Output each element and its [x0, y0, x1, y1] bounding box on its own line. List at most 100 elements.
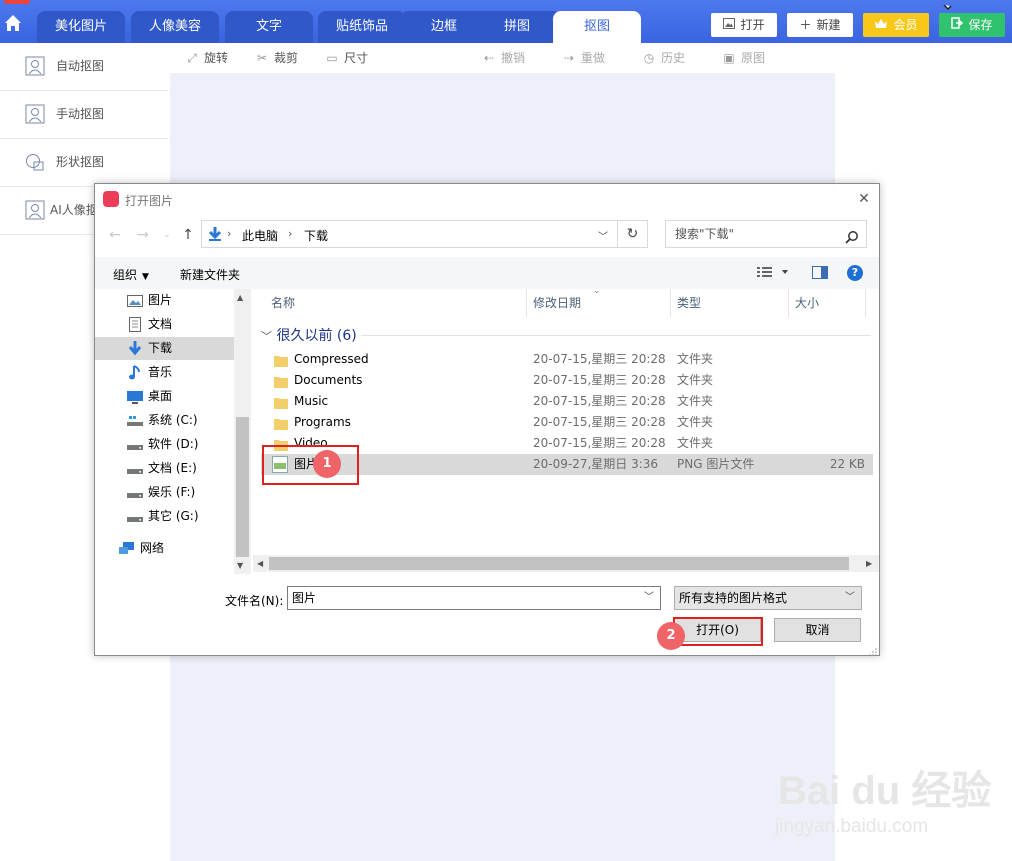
sidebar-item-label: AI人像抠 — [50, 203, 98, 217]
nav-label: 软件 (D:) — [148, 437, 199, 451]
column-modified[interactable]: 修改日期 — [533, 289, 581, 317]
filename-label: 文件名(N): — [225, 594, 284, 608]
file-row[interactable]: Compressed 20-07-15,星期三 20:28 文件夹 — [261, 349, 873, 370]
filetype-value: 所有支持的图片格式 — [679, 591, 788, 605]
nav-item-drive-e[interactable]: 文档 (E:) — [95, 457, 234, 480]
history-tool[interactable]: ◷ 历史 — [641, 49, 685, 67]
back-arrow-icon[interactable]: ← — [107, 227, 123, 243]
sidebar-item-auto-cutout[interactable]: 自动抠图 — [0, 43, 169, 91]
nav-item-music[interactable]: 音乐 — [95, 361, 234, 384]
preview-pane-icon[interactable] — [812, 266, 828, 282]
filetype-select[interactable]: 所有支持的图片格式 ﹀ — [674, 586, 862, 610]
new-button[interactable]: ＋ 新建 — [787, 13, 853, 37]
column-name[interactable]: 名称 — [271, 289, 295, 317]
list-scroll-thumb[interactable] — [269, 557, 849, 570]
search-input[interactable]: 搜索"下载" — [665, 220, 867, 248]
chevron-right-icon[interactable]: › — [227, 227, 231, 240]
tab-stickers[interactable]: 贴纸饰品 — [318, 11, 406, 43]
auto-cutout-icon — [25, 56, 45, 76]
nav-item-documents[interactable]: 文档 — [95, 313, 234, 336]
nav-label: 娱乐 (F:) — [148, 485, 196, 499]
view-options[interactable] — [757, 265, 793, 282]
rotate-tool[interactable]: ⤢ 旋转 — [184, 49, 228, 67]
home-icon[interactable] — [0, 10, 26, 36]
file-row[interactable]: Music 20-07-15,星期三 20:28 文件夹 — [261, 391, 873, 412]
undo-tool[interactable]: ⇠ 撤销 — [481, 49, 525, 67]
list-horizontal-scrollbar[interactable]: ◀ ▶ — [253, 555, 879, 572]
chevron-down-icon[interactable]: ﹀ — [644, 587, 654, 609]
file-name: Music — [294, 394, 329, 408]
tab-beautify[interactable]: 美化图片 — [37, 11, 125, 43]
dialog-titlebar[interactable]: 打开图片 ✕ — [95, 184, 879, 215]
file-row[interactable]: Documents 20-07-15,星期三 20:28 文件夹 — [261, 370, 873, 391]
sidebar-item-shape-cutout[interactable]: 形状抠图 — [0, 139, 169, 187]
tab-cutout[interactable]: 抠图 — [553, 11, 641, 43]
app-icon — [103, 191, 119, 207]
tab-portrait[interactable]: 人像美容 — [131, 11, 219, 43]
organize-menu[interactable]: 组织 ▼ — [113, 266, 149, 283]
nav-scroll-thumb[interactable] — [236, 417, 249, 557]
column-divider[interactable] — [788, 289, 789, 317]
open-button[interactable]: 打开 — [711, 13, 777, 37]
column-divider[interactable] — [670, 289, 671, 317]
tab-text[interactable]: 文字 — [225, 11, 313, 43]
chevron-down-icon[interactable]: ﹀ — [598, 228, 608, 243]
scroll-left-icon[interactable]: ◀ — [257, 559, 263, 568]
folder-icon — [274, 416, 288, 430]
shape-cutout-icon — [25, 152, 45, 172]
history-icon: ◷ — [643, 51, 655, 65]
nav-label: 网络 — [140, 541, 165, 555]
edit-toolbar: ⤢ 旋转 ✂ 裁剪 ▭ 尺寸 ⇠ 撤销 ⇢ 重做 ◷ 历史 ▣ 原图 — [170, 43, 835, 73]
nav-label: 音乐 — [148, 365, 173, 379]
save-button[interactable]: 保存 — [939, 13, 1005, 37]
resize-tool[interactable]: ▭ 尺寸 — [324, 49, 368, 67]
nav-label: 图片 — [148, 293, 173, 307]
nav-item-pictures[interactable]: 图片 — [95, 289, 234, 312]
nav-item-drive-g[interactable]: 其它 (G:) — [95, 505, 234, 528]
tool-label: 历史 — [661, 51, 686, 65]
nav-label: 文档 — [148, 317, 173, 331]
original-tool[interactable]: ▣ 原图 — [721, 49, 765, 67]
help-icon[interactable]: ? — [847, 265, 863, 281]
redo-tool[interactable]: ⇢ 重做 — [561, 49, 605, 67]
undo-icon: ⇠ — [483, 51, 495, 65]
column-size[interactable]: 大小 — [795, 289, 819, 317]
scroll-down-icon[interactable]: ▼ — [237, 561, 243, 570]
nav-item-downloads[interactable]: 下载 — [95, 337, 234, 360]
nav-item-desktop[interactable]: 桌面 — [95, 385, 234, 408]
forward-arrow-icon[interactable]: → — [135, 227, 151, 243]
group-header[interactable]: ﹀ 很久以前 (6) — [261, 325, 357, 345]
tab-collage[interactable]: 拼图 — [473, 11, 561, 43]
breadcrumb-this-pc[interactable]: 此电脑 — [242, 227, 278, 244]
close-icon[interactable]: ✕ — [855, 190, 873, 208]
column-type[interactable]: 类型 — [677, 289, 701, 317]
nav-item-drive-f[interactable]: 娱乐 (F:) — [95, 481, 234, 504]
column-divider[interactable] — [526, 289, 527, 317]
recent-locations-icon[interactable]: ⌄ — [159, 227, 175, 243]
nav-item-drive-d[interactable]: 软件 (D:) — [95, 433, 234, 456]
organize-label: 组织 — [113, 268, 138, 282]
nav-item-network[interactable]: 网络 — [95, 537, 234, 560]
drive-icon — [127, 437, 143, 452]
up-arrow-icon[interactable]: ↑ — [180, 227, 196, 243]
vip-button[interactable]: 会员 — [863, 13, 929, 37]
file-row[interactable]: Programs 20-07-15,星期三 20:28 文件夹 — [261, 412, 873, 433]
cancel-button[interactable]: 取消 — [774, 618, 861, 642]
sidebar-item-manual-cutout[interactable]: 手动抠图 — [0, 91, 169, 139]
crop-tool[interactable]: ✂ 裁剪 — [254, 49, 298, 67]
resize-grip-icon[interactable] — [869, 645, 877, 656]
refresh-icon[interactable]: ↻ — [617, 220, 648, 248]
scroll-up-icon[interactable]: ▲ — [237, 293, 243, 302]
breadcrumb-downloads[interactable]: 下载 — [304, 227, 328, 244]
new-folder-button[interactable]: 新建文件夹 — [180, 266, 240, 283]
nav-scrollbar[interactable]: ▲ ▼ — [234, 289, 251, 574]
column-divider[interactable] — [865, 289, 866, 317]
drive-icon — [127, 485, 143, 500]
nav-item-drive-c[interactable]: 系统 (C:) — [95, 409, 234, 432]
address-bar[interactable]: › 此电脑 › 下载 ﹀ — [201, 220, 618, 248]
filename-field[interactable]: 图片 ﹀ — [287, 586, 661, 610]
scroll-right-icon[interactable]: ▶ — [866, 559, 872, 568]
tool-label: 裁剪 — [274, 51, 299, 65]
chevron-down-icon[interactable]: ﹀ — [845, 587, 855, 609]
chevron-right-icon[interactable]: › — [288, 227, 292, 240]
